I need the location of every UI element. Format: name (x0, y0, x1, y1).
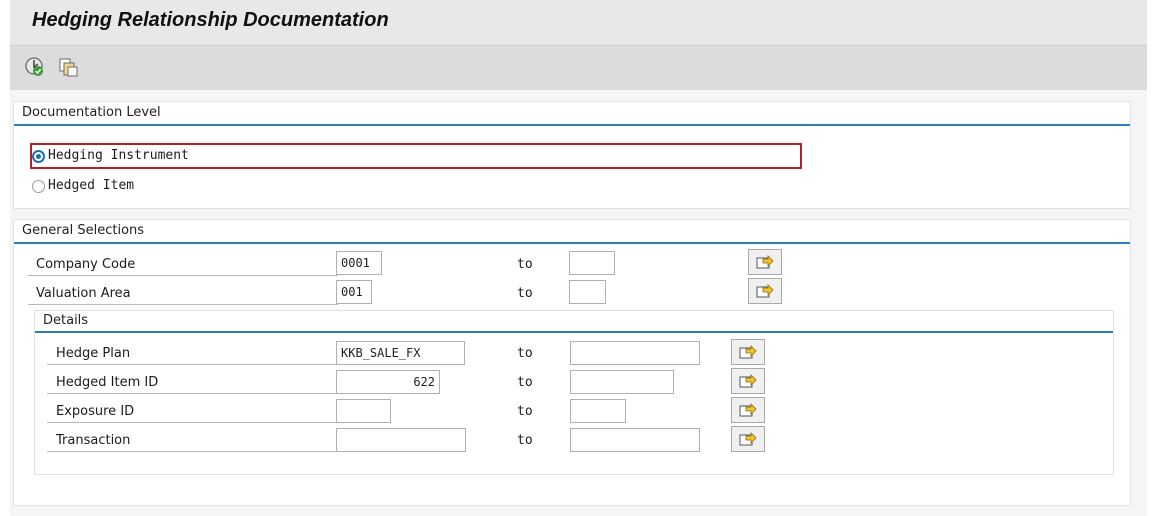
transaction-to-input[interactable] (570, 428, 700, 452)
content-area: Documentation Level Hedging Instrument H… (10, 90, 1147, 516)
hedged-item-id-multiple-selection-button[interactable] (731, 368, 765, 394)
general-selections-title: General Selections (14, 220, 1130, 244)
multiple-selection-arrow-icon (739, 374, 757, 388)
radio-hedging-instrument[interactable]: Hedging Instrument (32, 143, 189, 169)
valuation-area-label: Valuation Area (36, 286, 131, 301)
hedged-item-id-to-input[interactable] (570, 370, 674, 394)
hedged-item-id-from-input[interactable]: 622 (336, 370, 440, 394)
radio-hedged-item-label: Hedged Item (48, 178, 135, 193)
toolbar (10, 45, 1147, 90)
transaction-from-input[interactable] (336, 428, 466, 452)
hedge-plan-to-input[interactable] (570, 341, 700, 365)
exposure-id-to-label: to (517, 404, 533, 419)
multiple-selection-arrow-icon (739, 403, 757, 417)
hedged-item-id-label: Hedged Item ID (56, 375, 159, 390)
general-selections-group: General Selections Company Code 0001 to … (13, 219, 1131, 506)
valuation-area-to-input[interactable] (569, 280, 606, 304)
hedge-plan-multiple-selection-button[interactable] (731, 339, 765, 365)
transaction-label: Transaction (56, 433, 131, 448)
exposure-id-to-input[interactable] (570, 399, 626, 423)
exposure-id-multiple-selection-button[interactable] (731, 397, 765, 423)
row-divider (47, 393, 337, 394)
exposure-id-label: Exposure ID (56, 404, 135, 419)
company-code-to-input[interactable] (569, 251, 615, 275)
row-divider (47, 451, 337, 452)
exposure-id-from-input[interactable] (336, 399, 391, 423)
company-code-to-label: to (517, 257, 533, 272)
valuation-area-to-label: to (517, 286, 533, 301)
valuation-area-multiple-selection-button[interactable] (748, 278, 782, 304)
row-divider (28, 304, 338, 305)
documentation-level-group: Documentation Level Hedging Instrument H… (13, 101, 1131, 209)
valuation-area-from-input[interactable]: 001 (336, 280, 372, 304)
radio-unselected-icon[interactable] (32, 179, 45, 193)
company-code-multiple-selection-button[interactable] (748, 249, 782, 275)
radio-selected-icon[interactable] (32, 149, 45, 163)
details-title: Details (35, 311, 1113, 333)
company-code-from-input[interactable]: 0001 (336, 251, 382, 275)
multiple-selection-arrow-icon (739, 345, 757, 359)
hedged-item-id-to-label: to (517, 375, 533, 390)
hedge-plan-to-label: to (517, 346, 533, 361)
title-bar: Hedging Relationship Documentation (10, 0, 1147, 45)
row-divider (47, 422, 337, 423)
execute-icon[interactable] (24, 56, 46, 78)
company-code-label: Company Code (36, 257, 136, 272)
page-title: Hedging Relationship Documentation (32, 9, 389, 31)
multiple-selection-arrow-icon (756, 284, 774, 298)
documentation-level-title: Documentation Level (14, 102, 1130, 126)
multiple-selection-arrow-icon (739, 432, 757, 446)
multiple-selection-icon[interactable] (58, 56, 80, 78)
hedge-plan-label: Hedge Plan (56, 346, 131, 361)
row-divider (28, 275, 338, 276)
radio-hedged-item[interactable]: Hedged Item (32, 173, 134, 199)
radio-hedging-instrument-label: Hedging Instrument (48, 148, 189, 163)
transaction-to-label: to (517, 433, 533, 448)
details-group: Details Hedge Plan KKB_SALE_FX to Hedged… (34, 310, 1114, 475)
hedge-plan-from-input[interactable]: KKB_SALE_FX (336, 341, 465, 365)
multiple-selection-arrow-icon (756, 255, 774, 269)
row-divider (47, 364, 337, 365)
transaction-multiple-selection-button[interactable] (731, 426, 765, 452)
